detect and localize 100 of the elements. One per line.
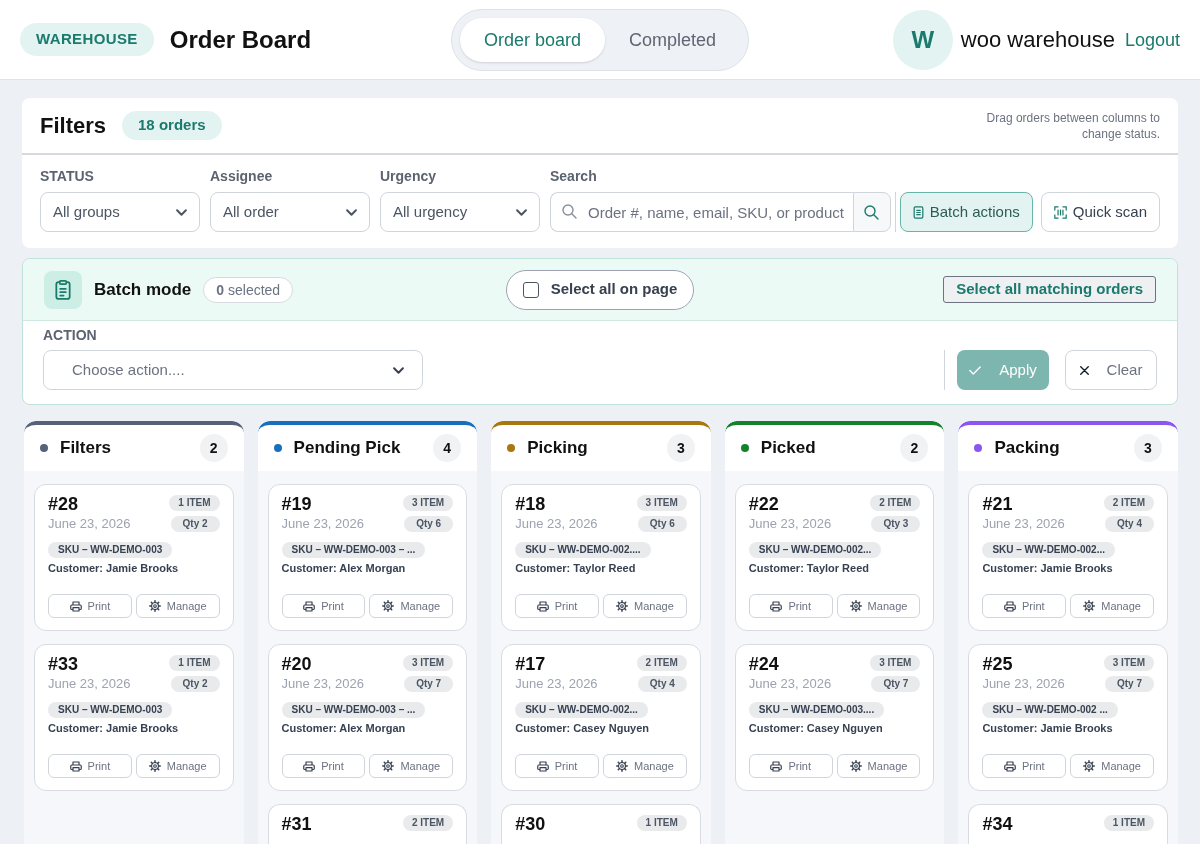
- quantity-label: Qty 7: [1105, 676, 1154, 692]
- sku-label: SKU – WW-DEMO-002...: [982, 542, 1115, 558]
- manage-button[interactable]: Manage: [369, 594, 454, 618]
- order-number: #18: [515, 494, 547, 514]
- search-field[interactable]: Order #, name, email, SKU, or product: [550, 192, 853, 232]
- order-card[interactable]: #18 June 23, 2026 3 ITEM Qty 6 SKU – WW-DEMO-002.... Customer: Taylor Reed Print Manage: [501, 484, 701, 631]
- action-select[interactable]: Choose action....: [43, 350, 423, 390]
- sku-label: SKU – WW-DEMO-002....: [515, 542, 651, 558]
- quantity-label: Qty 4: [1105, 516, 1154, 532]
- print-button[interactable]: Print: [515, 754, 599, 778]
- sku-label: SKU – WW-DEMO-003 – ...: [281, 542, 426, 558]
- quick-scan-button[interactable]: Quick scan: [1040, 192, 1160, 232]
- order-number: #28: [48, 494, 80, 514]
- quantity-label: Qty 3: [871, 516, 921, 532]
- order-card[interactable]: #34 1 ITEM: [968, 804, 1168, 844]
- order-date: June 23, 2026: [515, 516, 598, 532]
- quantity-label: Qty 6: [404, 516, 454, 532]
- order-date: June 23, 2026: [982, 676, 1065, 692]
- column-count: 4: [433, 434, 462, 462]
- order-card[interactable]: #22 June 23, 2026 2 ITEM Qty 3 SKU – WW-DEMO-002... Customer: Taylor Reed Print Manage: [734, 484, 935, 631]
- manage-button[interactable]: Manage: [1070, 754, 1154, 778]
- order-date: June 23, 2026: [515, 676, 598, 692]
- search-button[interactable]: [852, 192, 891, 232]
- filter-select[interactable]: All order: [210, 192, 370, 232]
- printer-icon: [303, 760, 316, 772]
- print-button[interactable]: Print: [748, 754, 833, 778]
- order-date: June 23, 2026: [748, 676, 832, 692]
- order-card[interactable]: #24 June 23, 2026 3 ITEM Qty 7 SKU – WW-DEMO-003.... Customer: Casey Nguyen Print Manage: [734, 644, 935, 791]
- order-card[interactable]: #17 June 23, 2026 2 ITEM Qty 4 SKU – WW-DEMO-002... Customer: Casey Nguyen Print Manage: [501, 644, 701, 791]
- print-button[interactable]: Print: [982, 754, 1067, 778]
- order-number: #33: [48, 654, 80, 674]
- print-button[interactable]: Print: [281, 754, 366, 778]
- customer-name: Customer: Casey Nguyen: [748, 721, 884, 736]
- manage-button[interactable]: Manage: [369, 754, 454, 778]
- order-card[interactable]: #30 1 ITEM: [501, 804, 701, 844]
- item-count: 1 ITEM: [169, 655, 220, 671]
- scan-frame-icon: [1053, 205, 1067, 219]
- select-all-matching-button[interactable]: Select all matching orders: [943, 276, 1156, 303]
- order-date: June 23, 2026: [281, 676, 364, 692]
- order-number: #30: [515, 814, 546, 834]
- batch-actions-button[interactable]: Batch actions: [899, 192, 1033, 232]
- user-name: woo warehouse: [960, 26, 1115, 54]
- order-card[interactable]: #28 June 23, 2026 1 ITEM Qty 2 SKU – WW-DEMO-003 Customer: Jamie Brooks Print Manage: [34, 484, 234, 631]
- filter-label: STATUS: [40, 167, 95, 186]
- filter-label: Search: [550, 167, 598, 186]
- print-button[interactable]: Print: [982, 594, 1067, 618]
- print-button[interactable]: Print: [281, 594, 366, 618]
- print-button[interactable]: Print: [48, 754, 132, 778]
- app-label: WAREHOUSE: [20, 23, 154, 56]
- gear-icon: [849, 760, 862, 772]
- view-tab[interactable]: Completed: [605, 17, 741, 62]
- filter-select[interactable]: All groups: [40, 192, 200, 232]
- manage-button[interactable]: Manage: [603, 594, 687, 618]
- select-all-on-page-button[interactable]: Select all on page: [505, 269, 695, 310]
- manage-button[interactable]: Manage: [836, 594, 921, 618]
- column-title: Pending Pick: [293, 437, 401, 460]
- filter-select[interactable]: All urgency: [380, 192, 540, 232]
- print-button[interactable]: Print: [515, 594, 599, 618]
- order-card[interactable]: #33 June 23, 2026 1 ITEM Qty 2 SKU – WW-DEMO-003 Customer: Jamie Brooks Print Manage: [34, 644, 234, 791]
- order-card[interactable]: #20 June 23, 2026 3 ITEM Qty 7 SKU – WW-DEMO-003 – ... Customer: Alex Morgan Print Manage: [267, 644, 468, 791]
- order-date: June 23, 2026: [281, 516, 364, 532]
- logout-link[interactable]: Logout: [1124, 25, 1180, 54]
- customer-name: Customer: Alex Morgan: [281, 561, 407, 576]
- printer-icon: [770, 760, 783, 772]
- order-card[interactable]: #25 June 23, 2026 3 ITEM Qty 7 SKU – WW-DEMO-002 ... Customer: Jamie Brooks Print Manage: [968, 644, 1168, 791]
- column-title: Picking: [527, 437, 588, 460]
- manage-button[interactable]: Manage: [135, 754, 220, 778]
- item-count: 3 ITEM: [402, 655, 454, 671]
- view-tab[interactable]: Order board: [459, 17, 605, 62]
- manage-button[interactable]: Manage: [603, 754, 687, 778]
- drag-hint: Drag orders between columns to change status.: [985, 109, 1160, 142]
- filters-title: Filters: [40, 112, 107, 140]
- manage-button[interactable]: Manage: [836, 754, 921, 778]
- order-card[interactable]: #21 June 23, 2026 2 ITEM Qty 4 SKU – WW-DEMO-002... Customer: Jamie Brooks Print Manage: [968, 484, 1168, 631]
- print-button[interactable]: Print: [748, 594, 833, 618]
- order-number: #19: [281, 494, 313, 514]
- item-count: 1 ITEM: [636, 815, 687, 831]
- orders-count: 18 orders: [122, 111, 222, 140]
- item-count: 3 ITEM: [1103, 655, 1154, 671]
- gear-icon: [1083, 760, 1096, 772]
- customer-name: Customer: Taylor Reed: [748, 561, 870, 576]
- order-card[interactable]: #19 June 23, 2026 3 ITEM Qty 6 SKU – WW-DEMO-003 – ... Customer: Alex Morgan Print Manage: [267, 484, 468, 631]
- chevron-down-icon: [393, 366, 404, 374]
- quantity-label: Qty 7: [871, 676, 921, 692]
- filter-label: Urgency: [380, 167, 438, 186]
- column-count: 3: [666, 434, 695, 462]
- customer-name: Customer: Casey Nguyen: [515, 721, 651, 736]
- order-number: #34: [982, 814, 1013, 834]
- print-button[interactable]: Print: [48, 594, 132, 618]
- manage-button[interactable]: Manage: [135, 594, 220, 618]
- quantity-label: Qty 6: [637, 516, 687, 532]
- search-icon: [562, 204, 577, 219]
- clear-button[interactable]: Clear: [1065, 350, 1157, 390]
- sku-label: SKU – WW-DEMO-003 – ...: [281, 702, 426, 718]
- order-date: June 23, 2026: [48, 676, 131, 692]
- order-card[interactable]: #31 2 ITEM: [267, 804, 468, 844]
- checkbox[interactable]: [522, 281, 539, 298]
- manage-button[interactable]: Manage: [1070, 594, 1154, 618]
- chevron-down-icon: [346, 208, 357, 216]
- column-title: Filters: [60, 437, 112, 460]
